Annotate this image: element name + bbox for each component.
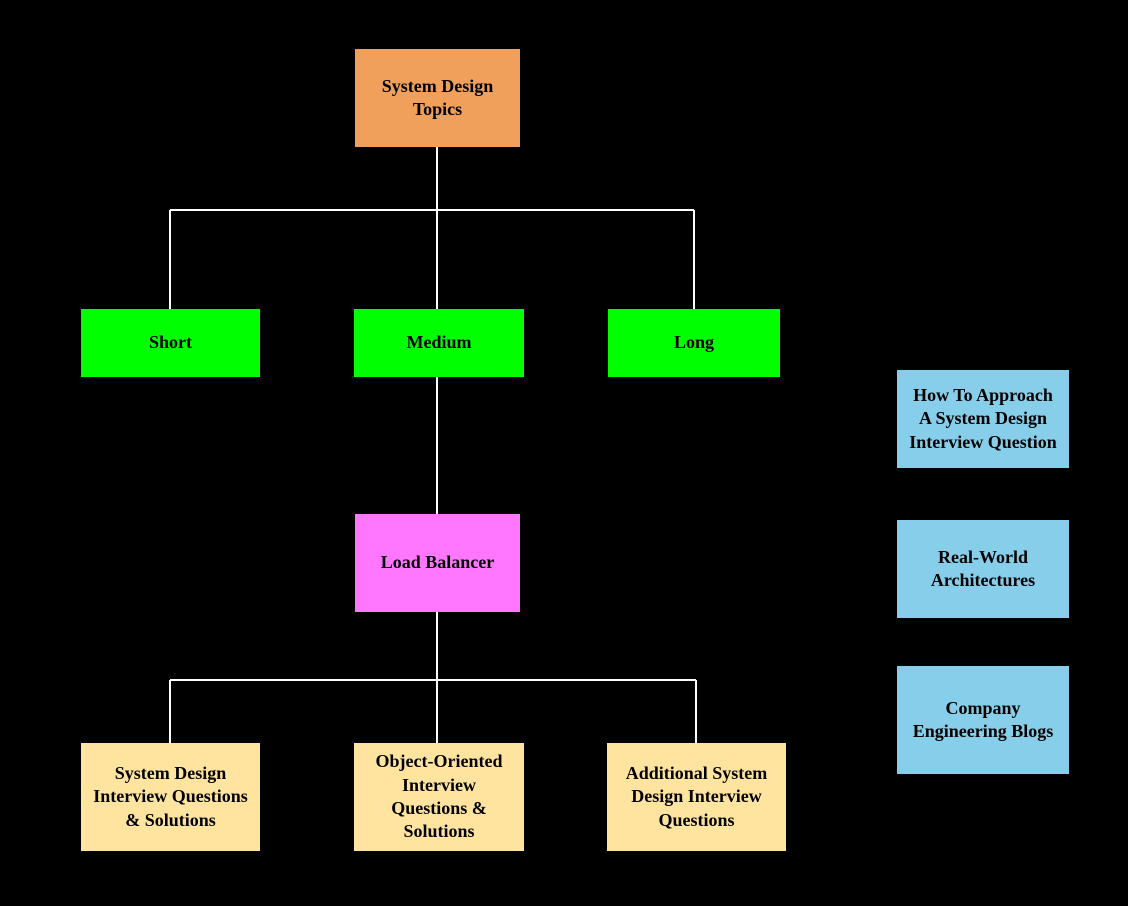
sd-interview-qs-node[interactable]: System Design Interview Questions & Solu… — [81, 743, 260, 851]
medium-node[interactable]: Medium — [354, 309, 524, 377]
additional-sd-node[interactable]: Additional System Design Interview Quest… — [607, 743, 786, 851]
oo-interview-qs-node[interactable]: Object-Oriented Interview Questions & So… — [354, 743, 524, 851]
long-node[interactable]: Long — [608, 309, 780, 377]
company-engineering-node[interactable]: Company Engineering Blogs — [897, 666, 1069, 774]
short-node[interactable]: Short — [81, 309, 260, 377]
load-balancer-node[interactable]: Load Balancer — [355, 514, 520, 612]
system-design-topics-node[interactable]: System Design Topics — [355, 49, 520, 147]
real-world-node[interactable]: Real-World Architectures — [897, 520, 1069, 618]
how-to-approach-node[interactable]: How To Approach A System Design Intervie… — [897, 370, 1069, 468]
